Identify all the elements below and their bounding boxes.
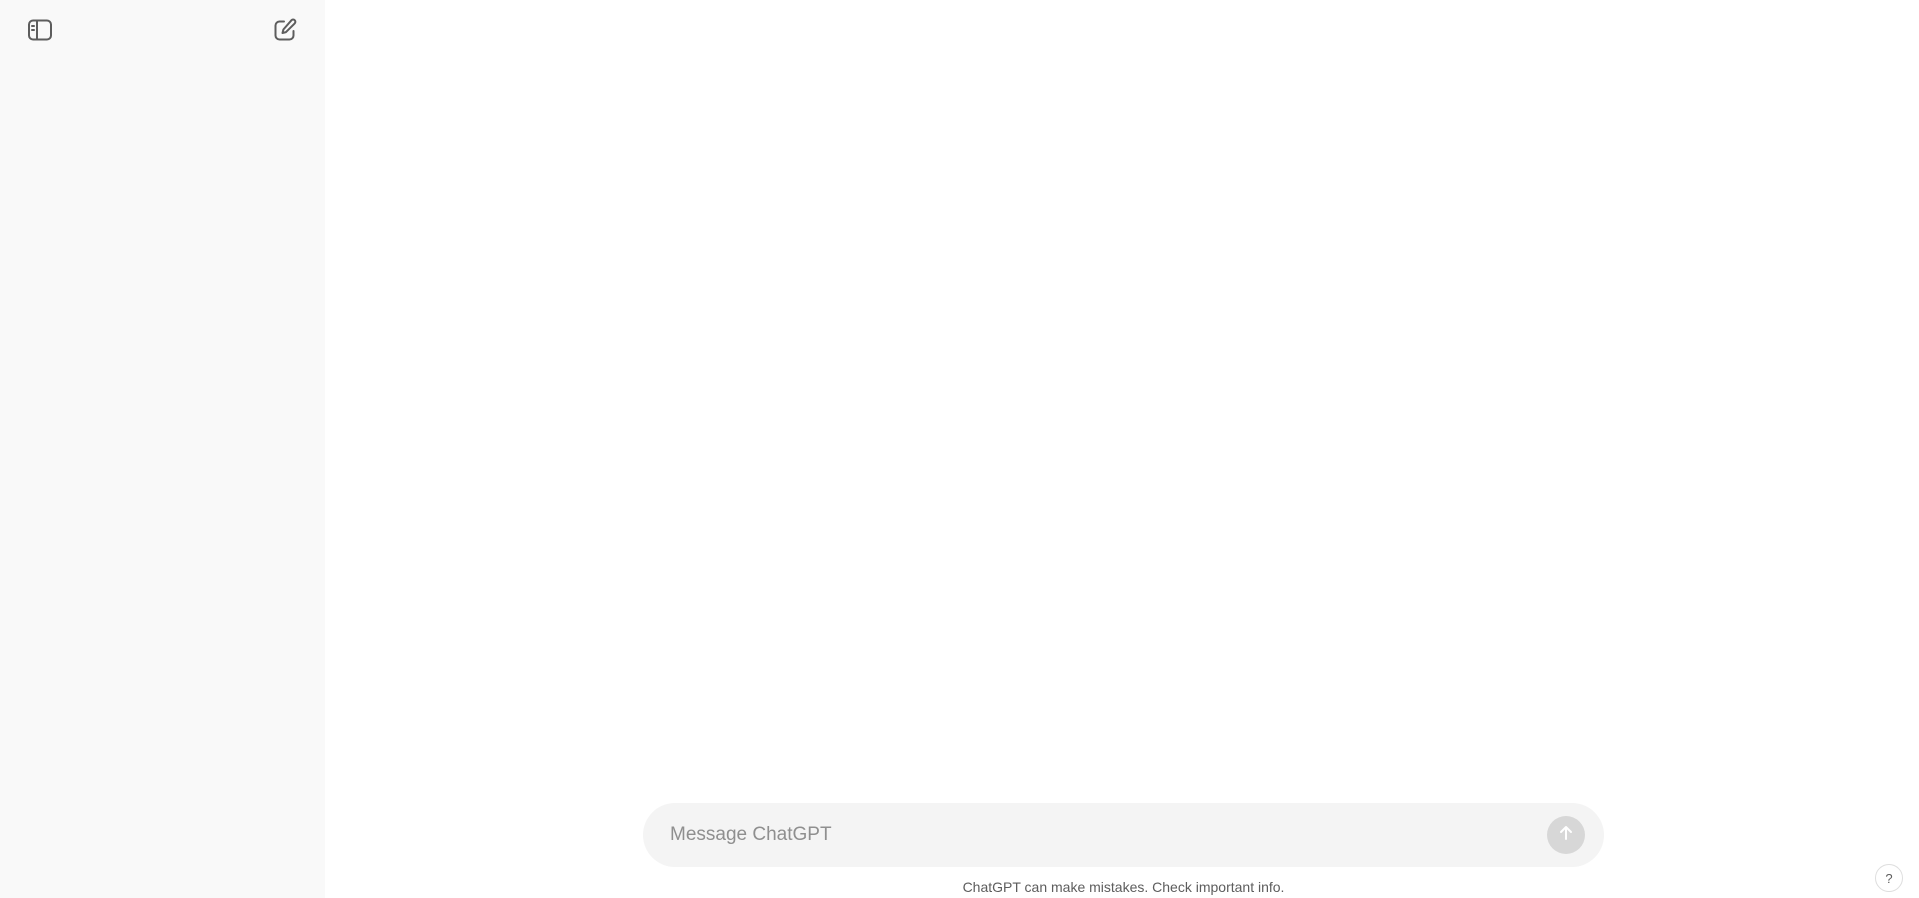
message-composer (643, 803, 1604, 867)
new-chat-button[interactable] (265, 10, 305, 50)
sidebar-toggle-icon (26, 16, 54, 44)
disclaimer-text: ChatGPT can make mistakes. Check importa… (962, 879, 1285, 895)
message-input[interactable] (670, 803, 1520, 867)
chat-main (325, 0, 1919, 898)
app-window: ChatGPT can make mistakes. Check importa… (0, 0, 1919, 898)
toggle-sidebar-button[interactable] (20, 10, 60, 50)
sidebar (0, 0, 325, 898)
help-label: ? (1885, 870, 1893, 886)
new-chat-icon (271, 16, 299, 44)
help-button[interactable]: ? (1875, 864, 1903, 892)
send-button[interactable] (1547, 816, 1585, 854)
arrow-up-icon (1556, 823, 1576, 848)
